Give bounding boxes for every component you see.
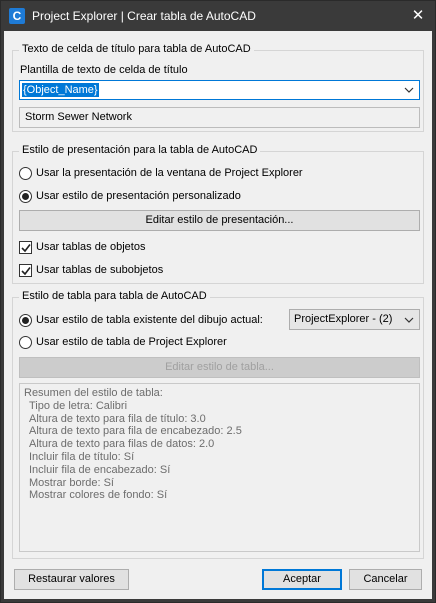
restore-values-button[interactable]: Restaurar valores [14,569,129,590]
existing-table-style-value[interactable]: ProjectExplorer - (2) [294,313,392,325]
radio-custom-presentation-label[interactable]: Usar estilo de presentación personalizad… [36,190,241,202]
checkbox-subobject-tables-label[interactable]: Usar tablas de subobjetos [36,264,163,276]
edit-table-style-button[interactable]: Editar estilo de tabla... [19,357,420,378]
radio-window-presentation[interactable] [19,167,32,180]
accept-button[interactable]: Aceptar [262,569,342,590]
chevron-down-icon[interactable] [403,313,415,327]
template-combobox[interactable]: {Object_Name} [19,80,420,100]
summary-line: Altura de texto para filas de datos: 2.0 [29,438,215,451]
chevron-down-icon[interactable] [403,83,415,97]
radio-custom-presentation[interactable] [19,190,32,203]
summary-line: Altura de texto para fila de título: 3.0 [29,412,206,425]
table-style-summary: Resumen del estilo de tabla: Tipo de let… [19,383,420,552]
presentation-group-legend: Estilo de presentación para la tabla de … [19,144,261,156]
radio-window-presentation-label[interactable]: Usar la presentación de la ventana de Pr… [36,167,303,179]
checkmark-icon [21,267,31,276]
checkbox-object-tables-label[interactable]: Usar tablas de objetos [36,241,145,253]
radio-project-table-style-label[interactable]: Usar estilo de tabla de Project Explorer [36,336,227,348]
summary-line: Mostrar colores de fondo: Sí [29,489,168,502]
summary-line: Incluir fila de título: Sí [29,450,135,463]
radio-existing-table-style-label[interactable]: Usar estilo de tabla existente del dibuj… [36,314,263,326]
window-title: Project Explorer | Crear tabla de AutoCA… [32,9,256,23]
checkmark-icon [21,244,31,253]
template-label: Plantilla de texto de celda de título [20,64,188,76]
existing-table-style-select[interactable]: ProjectExplorer - (2) [289,309,420,330]
checkbox-object-tables[interactable] [19,241,32,254]
radio-project-table-style[interactable] [19,336,32,349]
title-cell-group-legend: Texto de celda de título para tabla de A… [19,43,254,55]
template-value[interactable]: {Object_Name} [22,83,99,97]
summary-heading: Resumen del estilo de tabla: [24,387,163,399]
radio-existing-table-style[interactable] [19,314,32,327]
table-style-group-legend: Estilo de tabla para tabla de AutoCAD [19,290,210,302]
cancel-button[interactable]: Cancelar [349,569,422,590]
dialog-window: C Project Explorer | Crear tabla de Auto… [0,0,436,603]
checkbox-subobject-tables[interactable] [19,264,32,277]
summary-line: Altura de texto para fila de encabezado:… [29,425,242,438]
app-icon: C [9,8,25,24]
title-preview-field: Storm Sewer Network [19,107,420,128]
edit-presentation-style-button[interactable]: Editar estilo de presentación... [19,210,420,231]
title-bar: C Project Explorer | Crear tabla de Auto… [1,1,435,31]
summary-line: Mostrar borde: Sí [29,476,114,489]
dialog-client-area: Texto de celda de título para tabla de A… [4,31,432,599]
summary-line: Incluir fila de encabezado: Sí [29,463,171,476]
summary-line: Tipo de letra: Calibri [29,399,128,412]
close-icon[interactable]: ✕ [407,5,429,27]
